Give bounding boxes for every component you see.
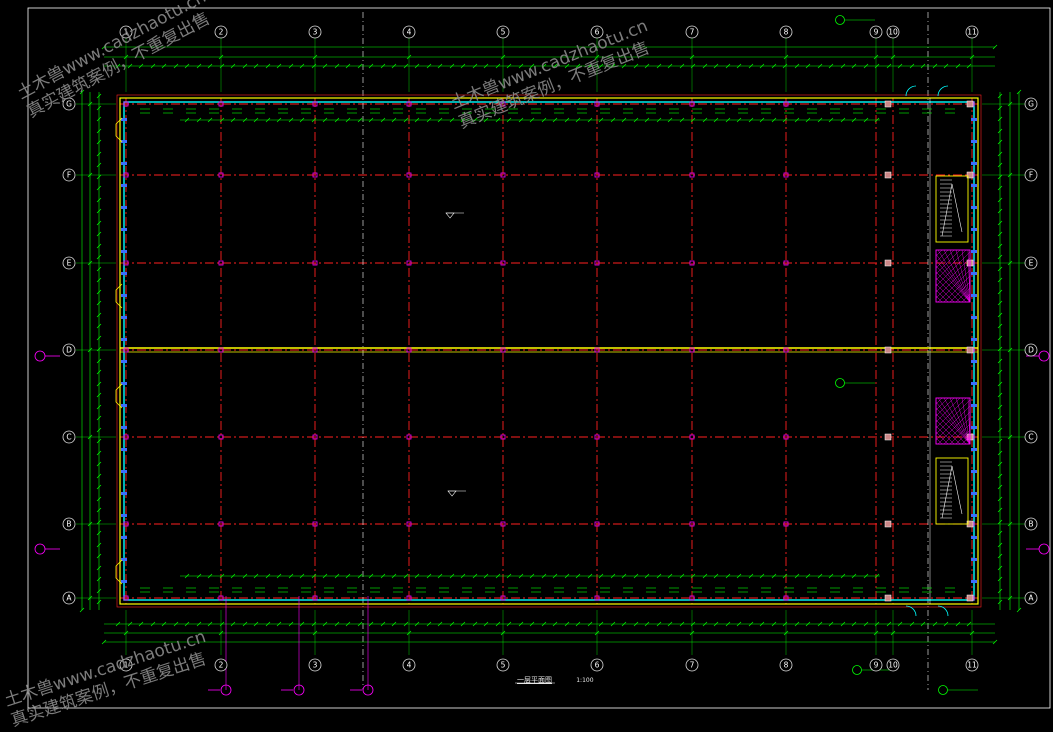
wall-detail [971,272,977,275]
wall-detail [971,382,977,385]
axis-bubble-left-D-label: D [66,346,72,355]
axis-bubble-bottom-7-label: 7 [690,661,695,670]
axis-bubble-bottom-6-label: 6 [595,661,600,670]
wall-detail [121,404,127,407]
wall-detail [971,250,977,253]
wall-detail [121,338,127,341]
axis-bubble-top-5-label: 5 [501,28,506,37]
axis-bubble-bottom-9-label: 9 [874,661,879,670]
column-large [884,594,892,602]
drawing-scale: 1:100 [576,677,594,684]
column-large [884,520,892,528]
column-large [966,346,974,354]
wall-detail [121,426,127,429]
axis-bubble-bottom-11-label: 11 [967,661,977,670]
drawing-title: 一层平面图 [517,676,552,684]
axis-bubble-top-3-label: 3 [313,28,318,37]
axis-bubble-bottom-10-label: 10 [888,661,898,670]
wall-detail [121,448,127,451]
axis-bubble-bottom-4-label: 4 [407,661,412,670]
wall-detail [121,162,127,165]
wall-detail [121,316,127,319]
wall-detail [971,580,977,583]
wall-detail [971,162,977,165]
wall-detail [971,514,977,517]
column-large [884,433,892,441]
wall-detail [971,184,977,187]
axis-bubble-right-B-label: B [1028,520,1033,529]
wall-detail [971,404,977,407]
axis-bubble-top-7-label: 7 [690,28,695,37]
wall-detail [971,118,977,121]
wall-detail [121,514,127,517]
wall-detail [971,492,977,495]
wall-detail [971,338,977,341]
axis-bubble-top-4-label: 4 [407,28,412,37]
column-large [884,171,892,179]
wall-detail [971,470,977,473]
axis-bubble-right-A-label: A [1028,594,1034,603]
wall-detail [121,206,127,209]
axis-bubble-top-11-label: 11 [967,28,977,37]
wall-detail [971,448,977,451]
wall-detail [971,294,977,297]
axis-bubble-left-C-label: C [66,433,71,442]
axis-bubble-left-F-label: F [67,171,71,180]
column-large [884,259,892,267]
wall-detail [971,228,977,231]
axis-bubble-right-E-label: E [1029,259,1034,268]
wall-detail [121,250,127,253]
column-large [966,594,974,602]
axis-bubble-bottom-2-label: 2 [219,661,224,670]
column-large [884,346,892,354]
axis-bubble-left-E-label: E [67,259,72,268]
wall-detail [971,316,977,319]
axis-bubble-right-D-label: D [1028,346,1034,355]
wall-detail [121,294,127,297]
wall-detail [971,536,977,539]
wall-detail [971,360,977,363]
axis-bubble-top-9-label: 9 [874,28,879,37]
column-large [884,100,892,108]
axis-bubble-bottom-3-label: 3 [313,661,318,670]
wall-detail [121,536,127,539]
wall-detail [121,272,127,275]
axis-bubble-bottom-8-label: 8 [784,661,789,670]
wall-detail [121,360,127,363]
wall-detail [121,470,127,473]
axis-bubble-bottom-5-label: 5 [501,661,506,670]
axis-bubble-right-F-label: F [1029,171,1033,180]
axis-bubble-right-C-label: C [1028,433,1033,442]
axis-bubble-left-B-label: B [66,520,71,529]
axis-bubble-top-2-label: 2 [219,28,224,37]
wall-detail [121,228,127,231]
wall-detail [121,492,127,495]
drawing-title-block: 一层平面图 1:100 [517,675,594,685]
wall-detail [121,184,127,187]
wall-detail [971,140,977,143]
column-large [966,100,974,108]
wall-detail [971,206,977,209]
axis-bubble-left-A-label: A [66,594,72,603]
wall-detail [971,426,977,429]
axis-bubble-top-10-label: 10 [888,28,898,37]
wall-detail [971,558,977,561]
axis-bubble-top-8-label: 8 [784,28,789,37]
wall-detail [121,580,127,583]
axis-bubble-right-G-label: G [1028,100,1034,109]
